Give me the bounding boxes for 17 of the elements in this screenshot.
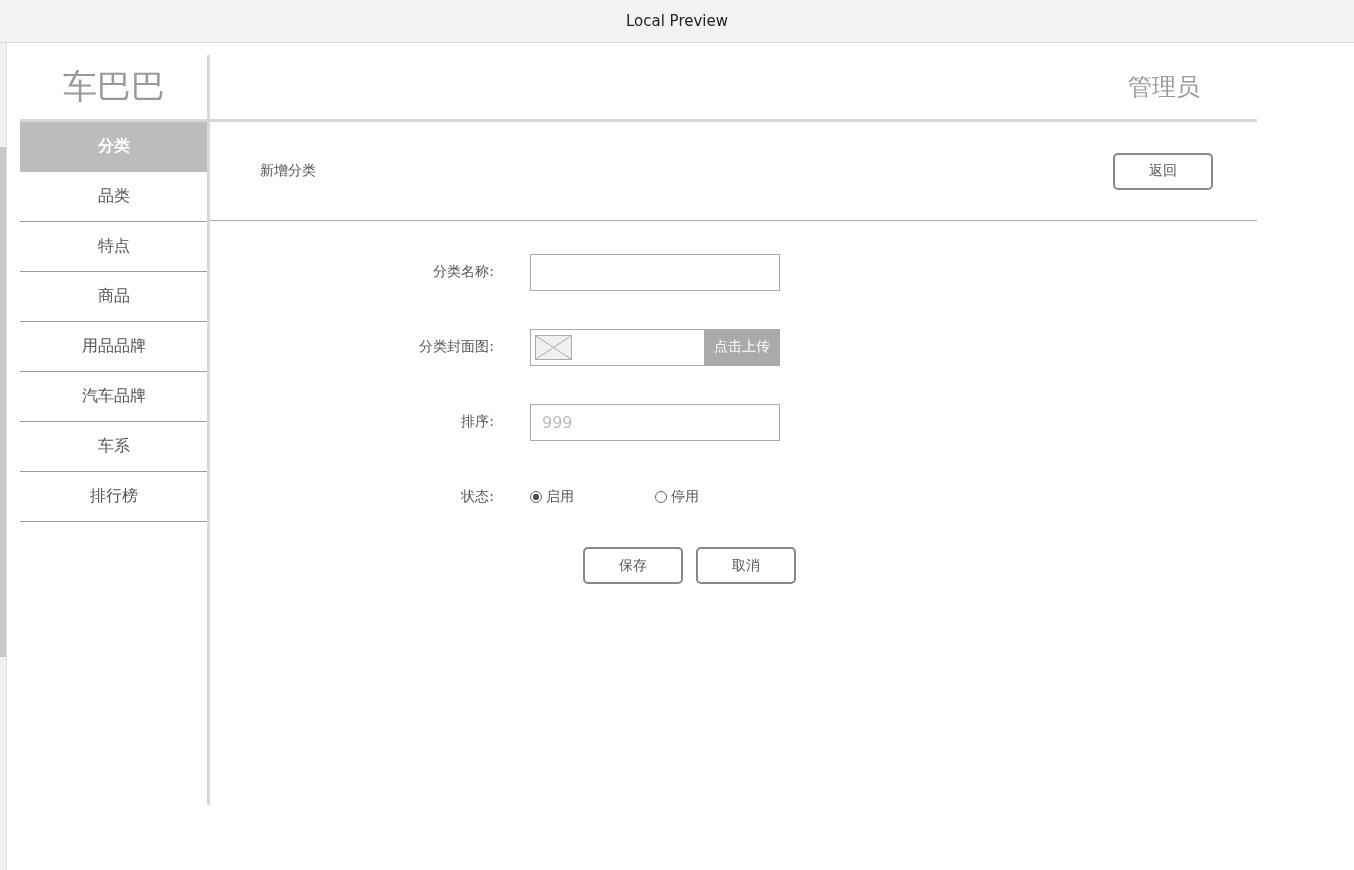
radio-option[interactable]: 停用	[655, 488, 780, 506]
page-title: 新增分类	[260, 162, 316, 180]
radio-empty-icon[interactable]	[655, 491, 667, 503]
cancel-button[interactable]: 取消	[696, 547, 796, 584]
radio-option[interactable]: 启用	[530, 488, 655, 506]
field-label: 分类名称:	[432, 263, 495, 281]
field-label: 状态:	[460, 488, 495, 506]
back-button[interactable]: 返回	[1113, 152, 1213, 190]
field-label: 排序:	[460, 413, 495, 431]
save-button[interactable]: 保存	[583, 547, 683, 584]
input-field[interactable]	[530, 253, 780, 291]
image-placeholder-icon	[535, 334, 572, 360]
radio-checked-icon[interactable]	[530, 491, 542, 503]
input-field[interactable]: 999	[530, 403, 780, 441]
field-label: 分类封面图:	[418, 338, 495, 356]
window-title: Local Preview	[0, 0, 1354, 43]
user-name: 管理员	[1128, 72, 1200, 103]
